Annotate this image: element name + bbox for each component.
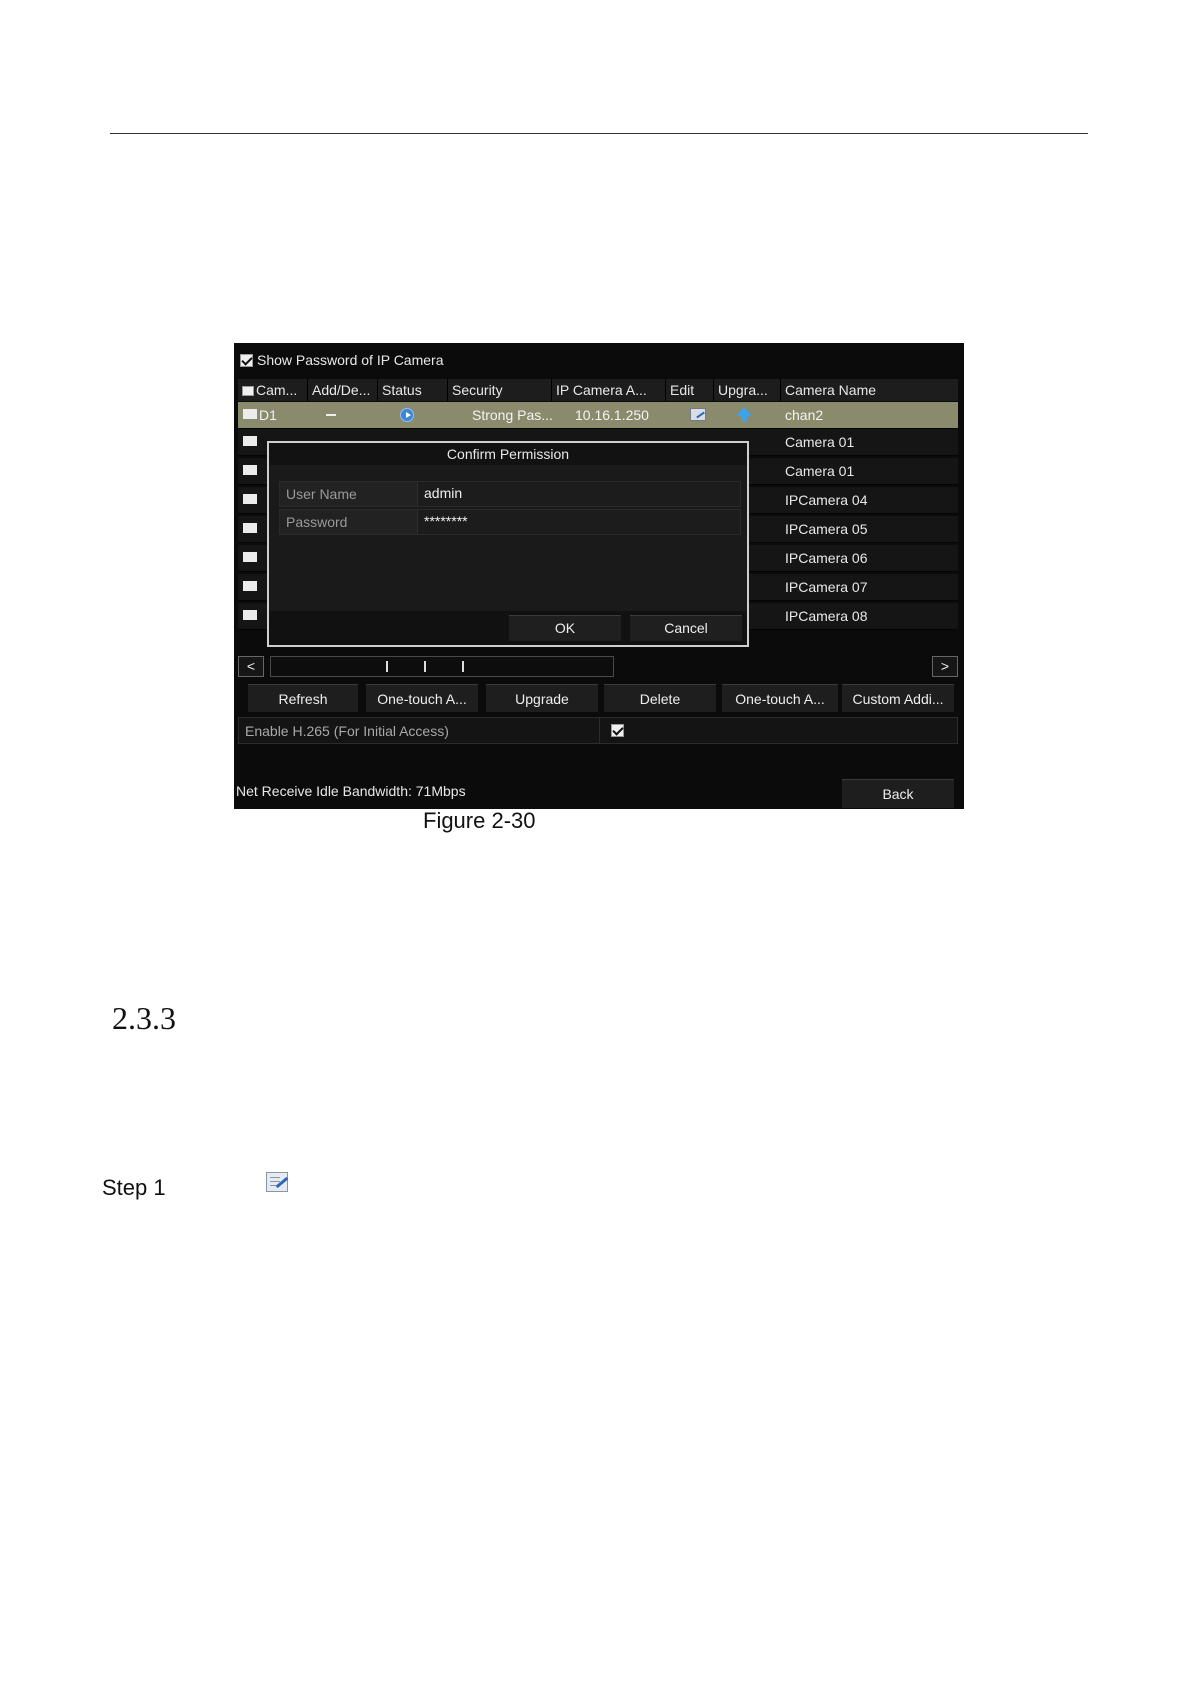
col-add-delete[interactable]: Add/De...	[308, 379, 378, 401]
col-security[interactable]: Security	[448, 379, 552, 401]
h265-option-row: Enable H.265 (For Initial Access)	[238, 717, 958, 744]
step-label: Step 1	[102, 1175, 166, 1200]
custom-adding-button[interactable]: Custom Addi...	[842, 684, 954, 712]
dialog-footer: OK Cancel	[269, 611, 747, 645]
col-status[interactable]: Status	[378, 379, 448, 401]
edit-icon	[266, 1172, 288, 1192]
back-button[interactable]: Back	[842, 779, 954, 808]
row-checkbox[interactable]	[243, 409, 257, 419]
camera-name: IPCamera 07	[785, 579, 868, 595]
play-icon	[400, 408, 414, 422]
scroll-thumb-mark	[386, 661, 388, 672]
col-camera[interactable]: Cam...	[238, 379, 308, 401]
one-touch-adding-button[interactable]: One-touch A...	[722, 684, 838, 712]
upgrade-icon[interactable]	[736, 407, 752, 421]
h265-checkbox[interactable]	[611, 724, 624, 737]
camera-id: D1	[259, 407, 277, 423]
confirm-permission-dialog: Confirm Permission User Name admin Passw…	[267, 441, 749, 647]
minus-icon[interactable]	[326, 414, 336, 416]
password-label: Password	[280, 510, 418, 534]
camera-name: chan2	[785, 407, 824, 423]
camera-name: IPCamera 08	[785, 608, 868, 624]
username-field[interactable]: User Name admin	[279, 481, 741, 507]
row-checkbox[interactable]	[243, 552, 257, 562]
camera-name: Camera 01	[785, 463, 855, 479]
scroll-thumb-mark	[462, 661, 464, 672]
scroll-right-button[interactable]: >	[932, 656, 958, 677]
edit-icon[interactable]	[690, 408, 706, 421]
select-all-checkbox[interactable]	[242, 386, 254, 397]
col-edit[interactable]: Edit	[666, 379, 714, 401]
dialog-title: Confirm Permission	[269, 443, 747, 465]
scroll-thumb-mark	[424, 661, 426, 672]
ok-button[interactable]: OK	[509, 615, 621, 641]
horizontal-scrollbar[interactable]	[270, 656, 614, 677]
security-status: Strong Pas...	[472, 407, 553, 423]
figure-caption: Figure 2-30	[423, 808, 536, 833]
delete-button[interactable]: Delete	[604, 684, 716, 712]
show-password-option[interactable]: Show Password of IP Camera	[240, 351, 444, 369]
table-row[interactable]: D1 Strong Pas... 10.16.1.250 chan2	[238, 402, 958, 429]
password-input[interactable]: ********	[418, 510, 740, 534]
scroll-left-button[interactable]: <	[238, 656, 264, 677]
camera-name: IPCamera 05	[785, 521, 868, 537]
cancel-button[interactable]: Cancel	[630, 615, 742, 641]
bandwidth-text: Net Receive Idle Bandwidth: 71Mbps	[236, 783, 466, 799]
row-checkbox[interactable]	[243, 465, 257, 475]
upgrade-button[interactable]: Upgrade	[486, 684, 598, 712]
password-field[interactable]: Password ********	[279, 509, 741, 535]
row-checkbox[interactable]	[243, 436, 257, 446]
ip-address: 10.16.1.250	[575, 407, 649, 423]
h265-label: Enable H.265 (For Initial Access)	[245, 723, 449, 739]
section-number: 2.3.3	[112, 1000, 176, 1036]
one-touch-activate-button[interactable]: One-touch A...	[366, 684, 478, 712]
camera-table-header: Cam... Add/De... Status Security IP Came…	[238, 379, 958, 401]
camera-name: IPCamera 06	[785, 550, 868, 566]
row-checkbox[interactable]	[243, 610, 257, 620]
refresh-button[interactable]: Refresh	[248, 684, 358, 712]
show-password-checkbox[interactable]	[240, 353, 253, 367]
col-camera-name[interactable]: Camera Name	[781, 379, 958, 401]
col-upgrade[interactable]: Upgra...	[714, 379, 781, 401]
show-password-label: Show Password of IP Camera	[257, 352, 444, 368]
row-checkbox[interactable]	[243, 494, 257, 504]
username-label: User Name	[280, 482, 418, 506]
camera-name: IPCamera 04	[785, 492, 868, 508]
nvr-screenshot: Show Password of IP Camera Cam... Add/De…	[234, 343, 964, 809]
header-rule	[110, 133, 1088, 134]
camera-name: Camera 01	[785, 434, 855, 450]
row-checkbox[interactable]	[243, 523, 257, 533]
username-input[interactable]: admin	[418, 482, 740, 506]
divider	[599, 718, 600, 743]
col-ip-address[interactable]: IP Camera A...	[552, 379, 666, 401]
row-checkbox[interactable]	[243, 581, 257, 591]
